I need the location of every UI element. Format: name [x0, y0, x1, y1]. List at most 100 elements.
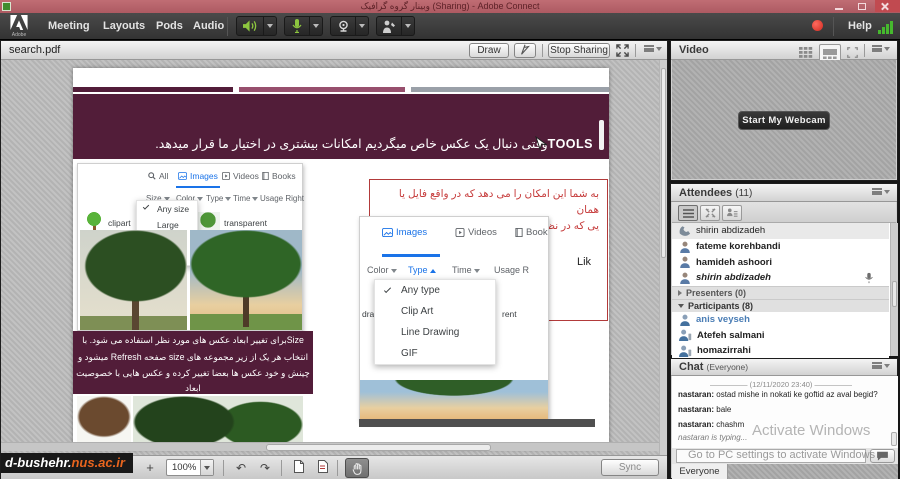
image-icon	[382, 228, 393, 237]
search-icon	[148, 172, 156, 180]
video-pod-menu[interactable]	[872, 45, 890, 52]
chat-pod-title: Chat (Everyone)	[679, 359, 748, 376]
book-icon	[262, 172, 269, 180]
chat-scrollbar[interactable]	[890, 376, 898, 448]
status-button[interactable]	[376, 16, 402, 36]
fullscreen-icon	[616, 44, 629, 57]
speaker-dropdown[interactable]	[264, 16, 277, 36]
attendee-row-phone[interactable]: shirin abdizadeh	[672, 223, 889, 239]
sync-button[interactable]: Sync	[601, 459, 659, 476]
horizontal-scrollbar[interactable]	[1, 442, 660, 451]
chip-transparent-cut: rent	[502, 309, 517, 319]
tab-images: Images	[382, 227, 427, 238]
slide-accent-bar	[411, 87, 609, 92]
tree-photo-bottom-strip	[133, 396, 303, 448]
vertical-scrollbar[interactable]	[659, 60, 667, 455]
menu-layouts[interactable]: Layouts	[95, 13, 153, 40]
filter-time: Time	[452, 265, 480, 275]
menu-help[interactable]: Help	[840, 13, 880, 40]
attendee-row[interactable]: homazirrahi	[672, 343, 889, 359]
caption-line: چینش و خود عکس ها بعضا تغییر کرده و عکس …	[73, 364, 313, 395]
status-view-button[interactable]	[722, 205, 742, 221]
app-icon	[2, 2, 11, 11]
maximize-button[interactable]	[851, 0, 873, 12]
pointer-tool-button[interactable]	[514, 43, 536, 58]
menu-item-clip-art: Clip Art	[375, 301, 495, 322]
page-export-button[interactable]	[289, 459, 309, 477]
speaker-button[interactable]	[236, 16, 264, 36]
chat-pod-menu[interactable]	[872, 362, 890, 369]
start-webcam-button[interactable]: Start My Webcam	[738, 111, 830, 130]
attendees-pod-menu[interactable]	[872, 188, 890, 195]
page-settings-button[interactable]	[313, 459, 333, 477]
share-pod-header: search.pdf Draw Stop Sharing	[1, 41, 667, 60]
zoom-level-select[interactable]: 100%	[166, 459, 214, 476]
video-pod-body: Start My Webcam	[672, 60, 896, 179]
minimize-button[interactable]	[828, 0, 850, 12]
pan-tool-button[interactable]	[345, 458, 369, 478]
size-caption-box: Sizeبرای تغییر ابعاد عکس های مورد نظر اس…	[73, 331, 313, 394]
group-participants[interactable]: Participants (8)	[672, 299, 889, 312]
video-pod-title: Video	[679, 41, 709, 60]
vertical-scrollbar-thumb[interactable]	[661, 68, 666, 258]
undo-button[interactable]: ↶	[231, 459, 251, 477]
chat-pod-header: Chat (Everyone)	[671, 359, 897, 376]
attendee-row[interactable]: fateme korehbandi	[672, 239, 889, 255]
tab-all: All	[148, 171, 168, 181]
close-button[interactable]	[875, 0, 900, 12]
tab-books: Book	[515, 227, 548, 238]
attendees-scrollbar[interactable]	[890, 223, 898, 356]
microphone-button[interactable]	[284, 16, 310, 36]
status-dropdown[interactable]	[402, 16, 415, 36]
list-view-button[interactable]	[678, 205, 698, 221]
attendees-pod: Attendees (11) shirin abdizadeh fateme k…	[670, 183, 898, 356]
menu-item-any-size: Any size	[137, 201, 197, 217]
slide-title-text: TOOLSوقتی دنبال یک عکس خاص میگردیم امکان…	[103, 136, 593, 151]
attendee-row[interactable]: Atefeh salmani	[672, 328, 889, 344]
video-pod-header: Video	[671, 41, 897, 60]
attendees-pod-title: Attendees (11)	[679, 184, 752, 203]
attendees-scrollbar-thumb[interactable]	[892, 281, 897, 307]
chat-input[interactable]	[676, 449, 866, 463]
menu-meeting[interactable]: Meeting	[40, 13, 98, 40]
group-presenters[interactable]: Presenters (0)	[672, 286, 889, 299]
draw-button[interactable]: Draw	[469, 43, 509, 58]
redo-button[interactable]: ↷	[255, 459, 275, 477]
host-avatar-icon	[679, 241, 691, 253]
breakout-view-button[interactable]	[700, 205, 720, 221]
share-pod-menu[interactable]	[644, 45, 662, 52]
active-mic-icon	[864, 272, 874, 284]
attendees-list: shirin abdizadeh fateme korehbandi hamid…	[672, 223, 898, 356]
menu-audio[interactable]: Audio	[185, 13, 232, 40]
horizontal-scrollbar-thumb[interactable]	[266, 444, 491, 451]
filter-time: Time	[233, 194, 258, 203]
attendee-row[interactable]: hamideh ashoori	[672, 255, 889, 271]
connection-signal-icon	[878, 20, 895, 34]
tab-videos: Videos	[455, 227, 497, 238]
zoom-select-caret[interactable]	[200, 460, 213, 475]
microphone-dropdown[interactable]	[310, 16, 323, 36]
attendee-row-self[interactable]: shirin abdizadeh	[672, 270, 889, 286]
webcam-button[interactable]	[330, 16, 356, 36]
zoom-in-button[interactable]: +	[140, 459, 160, 477]
chat-scrollbar-thumb[interactable]	[891, 432, 897, 446]
send-message-button[interactable]	[870, 449, 895, 463]
chat-tab-everyone[interactable]: Everyone	[672, 464, 728, 479]
embedded-taskbar	[359, 419, 595, 427]
recording-indicator	[812, 20, 823, 31]
filter-color: Color	[367, 265, 397, 275]
webcam-dropdown[interactable]	[356, 16, 369, 36]
page-icon	[293, 460, 305, 473]
stop-sharing-button[interactable]: Stop Sharing	[548, 43, 610, 58]
tools-label: TOOLS	[548, 137, 593, 151]
image-icon	[178, 172, 187, 180]
tree-photo-left	[80, 230, 187, 330]
attendees-count: (11)	[735, 188, 752, 199]
document-area: TOOLSوقتی دنبال یک عکس خاص میگردیم امکان…	[1, 60, 667, 455]
type-dropdown-menu: Any type Clip Art Line Drawing GIF	[374, 279, 496, 365]
attendee-row-selected[interactable]: anis veyseh	[672, 312, 889, 328]
titlebar: وبینار گروه گرافیک (Sharing) - Adobe Con…	[0, 0, 900, 13]
check-icon	[143, 203, 149, 209]
video-icon	[222, 172, 230, 180]
chat-messages: ————— (12/11/2020 23:40) ————— nastaran:…	[672, 376, 898, 448]
